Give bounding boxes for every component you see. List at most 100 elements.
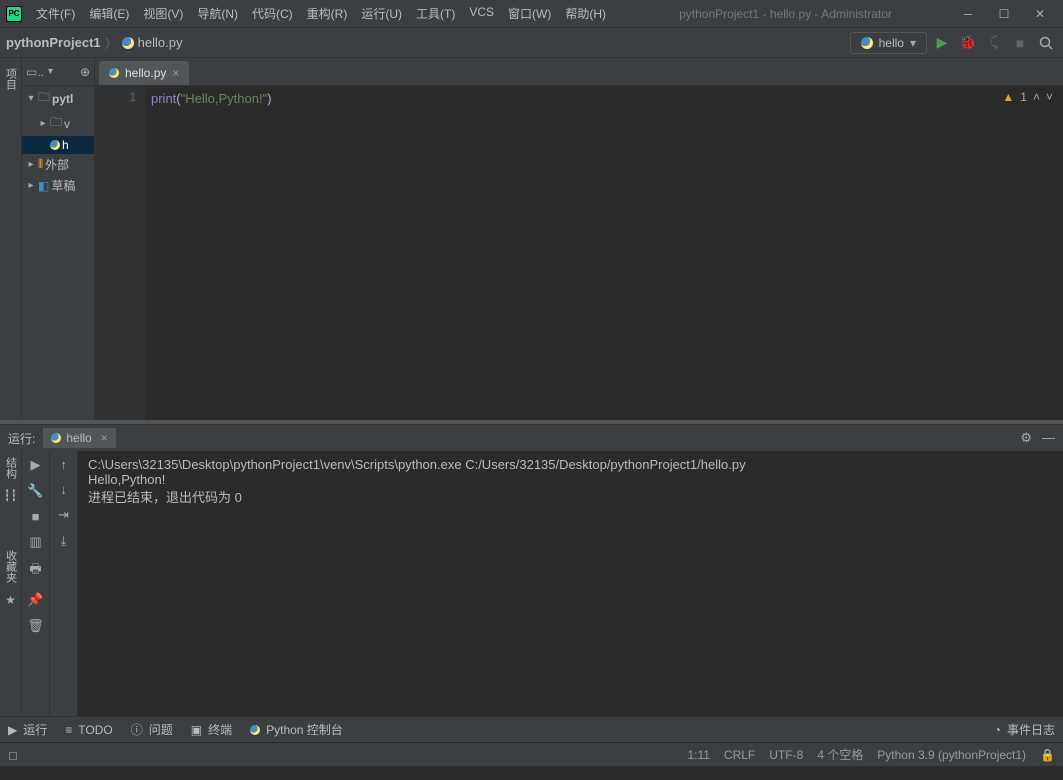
bubble-icon: ◔: [994, 723, 1001, 737]
left-tool-strip-lower: 结构 ┇┇ 收藏夹 ★: [0, 451, 22, 716]
info-icon: ⓘ: [131, 721, 143, 738]
run-toolbar-secondary: ↑ ↓ ⇥ ⤓: [50, 451, 78, 716]
pin-icon[interactable]: 📌: [27, 592, 43, 608]
run-button[interactable]: ▶: [931, 32, 953, 54]
editor-area: hello.py × 1 print("Hello,Python!") ▲ 1 …: [95, 58, 1063, 420]
up-icon[interactable]: ˄: [1033, 90, 1040, 104]
menu-run[interactable]: 运行(U): [355, 3, 408, 24]
tree-project-root[interactable]: ▾ 🗀 pytl: [22, 86, 94, 111]
indent[interactable]: 4 个空格: [817, 746, 863, 763]
event-log[interactable]: ◔事件日志: [994, 721, 1055, 738]
minimize-button[interactable]: ─: [959, 5, 977, 23]
inspection-widget[interactable]: ▲ 1 ˄ ˅: [1002, 90, 1053, 104]
menu-refactor[interactable]: 重构(R): [301, 3, 354, 24]
run-with-coverage-button[interactable]: ⤹: [983, 32, 1005, 54]
run-tab-label: hello: [66, 431, 91, 445]
tree-hello-file[interactable]: h: [22, 136, 94, 154]
breadcrumb-file[interactable]: hello.py: [138, 35, 183, 50]
bottom-tool-bar: ▶运行 ≡TODO ⓘ问题 ▣终端 Python 控制台 ◔事件日志: [0, 716, 1063, 742]
breadcrumb: pythonProject1 〉 hello.py: [6, 33, 182, 52]
tool-terminal[interactable]: ▣终端: [191, 721, 232, 738]
run-configuration-selector[interactable]: hello ▾: [850, 32, 927, 54]
star-icon: ★: [5, 593, 16, 607]
maximize-button[interactable]: ☐: [995, 5, 1013, 23]
folder-icon: 🗀: [38, 88, 50, 109]
encoding[interactable]: UTF-8: [769, 748, 803, 762]
python-icon: [51, 433, 61, 443]
debug-button[interactable]: 🐞: [957, 32, 979, 54]
editor-tabs: hello.py ×: [95, 58, 1063, 86]
trash-icon[interactable]: 🗑: [27, 618, 44, 634]
tab-label: hello.py: [125, 66, 166, 80]
status-bar: ◻ 1:11 CRLF UTF-8 4 个空格 Python 3.9 (pyth…: [0, 742, 1063, 766]
layout-icon[interactable]: ▥: [29, 534, 41, 550]
close-tab-icon[interactable]: ×: [172, 66, 179, 80]
chevron-down-icon[interactable]: ▾: [48, 66, 53, 77]
code-content[interactable]: print("Hello,Python!"): [145, 86, 1063, 420]
close-icon[interactable]: ×: [101, 431, 108, 445]
search-everywhere-button[interactable]: [1035, 32, 1057, 54]
line-separator[interactable]: CRLF: [724, 748, 755, 762]
menu-tools[interactable]: 工具(T): [410, 3, 461, 24]
run-config-name: hello: [879, 36, 904, 50]
tool-python-console[interactable]: Python 控制台: [250, 721, 343, 738]
up-arrow-icon[interactable]: ↑: [60, 457, 67, 472]
python-file-icon: [122, 37, 134, 49]
window-title: pythonProject1 - hello.py - Administrato…: [612, 7, 959, 21]
scroll-to-end-icon[interactable]: ⤓: [61, 533, 67, 549]
project-panel-header: ▭.. ▾ ⊕: [22, 58, 94, 86]
locate-icon[interactable]: ⊕: [80, 65, 90, 79]
menu-edit[interactable]: 编辑(E): [83, 3, 135, 24]
down-arrow-icon[interactable]: ↓: [60, 482, 67, 497]
favorites-tab[interactable]: 收藏夹: [3, 548, 19, 585]
tool-todo[interactable]: ≡TODO: [65, 723, 112, 737]
print-icon[interactable]: 🖶: [29, 560, 41, 582]
tree-scratches[interactable]: ▸ ◧ 草稿: [22, 175, 94, 196]
menu-navigate[interactable]: 导航(N): [191, 3, 244, 24]
line-number: 1: [95, 90, 136, 104]
caret-down-icon: ▾: [26, 93, 36, 104]
down-icon[interactable]: ˅: [1046, 90, 1053, 104]
warning-icon: ▲: [1002, 90, 1014, 104]
caret-position[interactable]: 1:11: [687, 748, 709, 762]
editor-tab-hello[interactable]: hello.py ×: [99, 61, 189, 85]
menu-bar: 文件(F) 编辑(E) 视图(V) 导航(N) 代码(C) 重构(R) 运行(U…: [30, 3, 612, 24]
folder-icon: 🗀: [50, 113, 62, 134]
editor-body[interactable]: 1 print("Hello,Python!") ▲ 1 ˄ ˅: [95, 86, 1063, 420]
caret-right-icon: ▸: [26, 159, 36, 170]
run-tabs-bar: 运行: hello × ⚙ —: [0, 425, 1063, 451]
soft-wrap-icon[interactable]: ⇥: [58, 507, 69, 523]
menu-code[interactable]: 代码(C): [246, 3, 299, 24]
menu-file[interactable]: 文件(F): [30, 3, 81, 24]
lock-icon[interactable]: 🔒: [1040, 748, 1055, 762]
menu-view[interactable]: 视图(V): [137, 3, 189, 24]
stop-button[interactable]: ■: [32, 509, 40, 524]
gear-icon[interactable]: ⚙: [1020, 430, 1032, 446]
structure-tab[interactable]: 结构: [3, 455, 19, 481]
wrench-icon[interactable]: 🔧: [27, 483, 43, 499]
stop-button[interactable]: ■: [1009, 32, 1031, 54]
interpreter[interactable]: Python 3.9 (pythonProject1): [877, 748, 1026, 762]
tool-window-quick-access-icon[interactable]: ◻: [8, 748, 18, 762]
breadcrumb-project[interactable]: pythonProject1: [6, 35, 101, 50]
menu-window[interactable]: 窗口(W): [502, 3, 557, 24]
pycharm-icon: PC: [6, 6, 22, 22]
caret-right-icon: ▸: [38, 118, 48, 129]
menu-help[interactable]: 帮助(H): [559, 3, 612, 24]
project-tool-tab[interactable]: 项目: [3, 64, 19, 94]
run-toolbar-primary: ▶ 🔧 ■ ▥ 🖶 📌 🗑: [22, 451, 50, 716]
tool-problems[interactable]: ⓘ问题: [131, 721, 173, 738]
run-tab-hello[interactable]: hello ×: [43, 428, 115, 448]
python-icon: [250, 725, 260, 735]
console-output[interactable]: C:\Users\32135\Desktop\pythonProject1\ve…: [78, 451, 1063, 716]
close-button[interactable]: ✕: [1031, 5, 1049, 23]
menu-vcs[interactable]: VCS: [463, 3, 500, 24]
run-label: 运行:: [8, 430, 35, 447]
tool-run[interactable]: ▶运行: [8, 721, 47, 738]
tree-external-libraries[interactable]: ▸ ⫴ 外部: [22, 154, 94, 175]
hide-icon[interactable]: —: [1042, 430, 1055, 446]
project-view-icon[interactable]: ▭..: [26, 65, 44, 79]
python-file-icon: [109, 68, 119, 78]
tree-venv[interactable]: ▸ 🗀 v: [22, 111, 94, 136]
rerun-button[interactable]: ▶: [31, 457, 41, 473]
